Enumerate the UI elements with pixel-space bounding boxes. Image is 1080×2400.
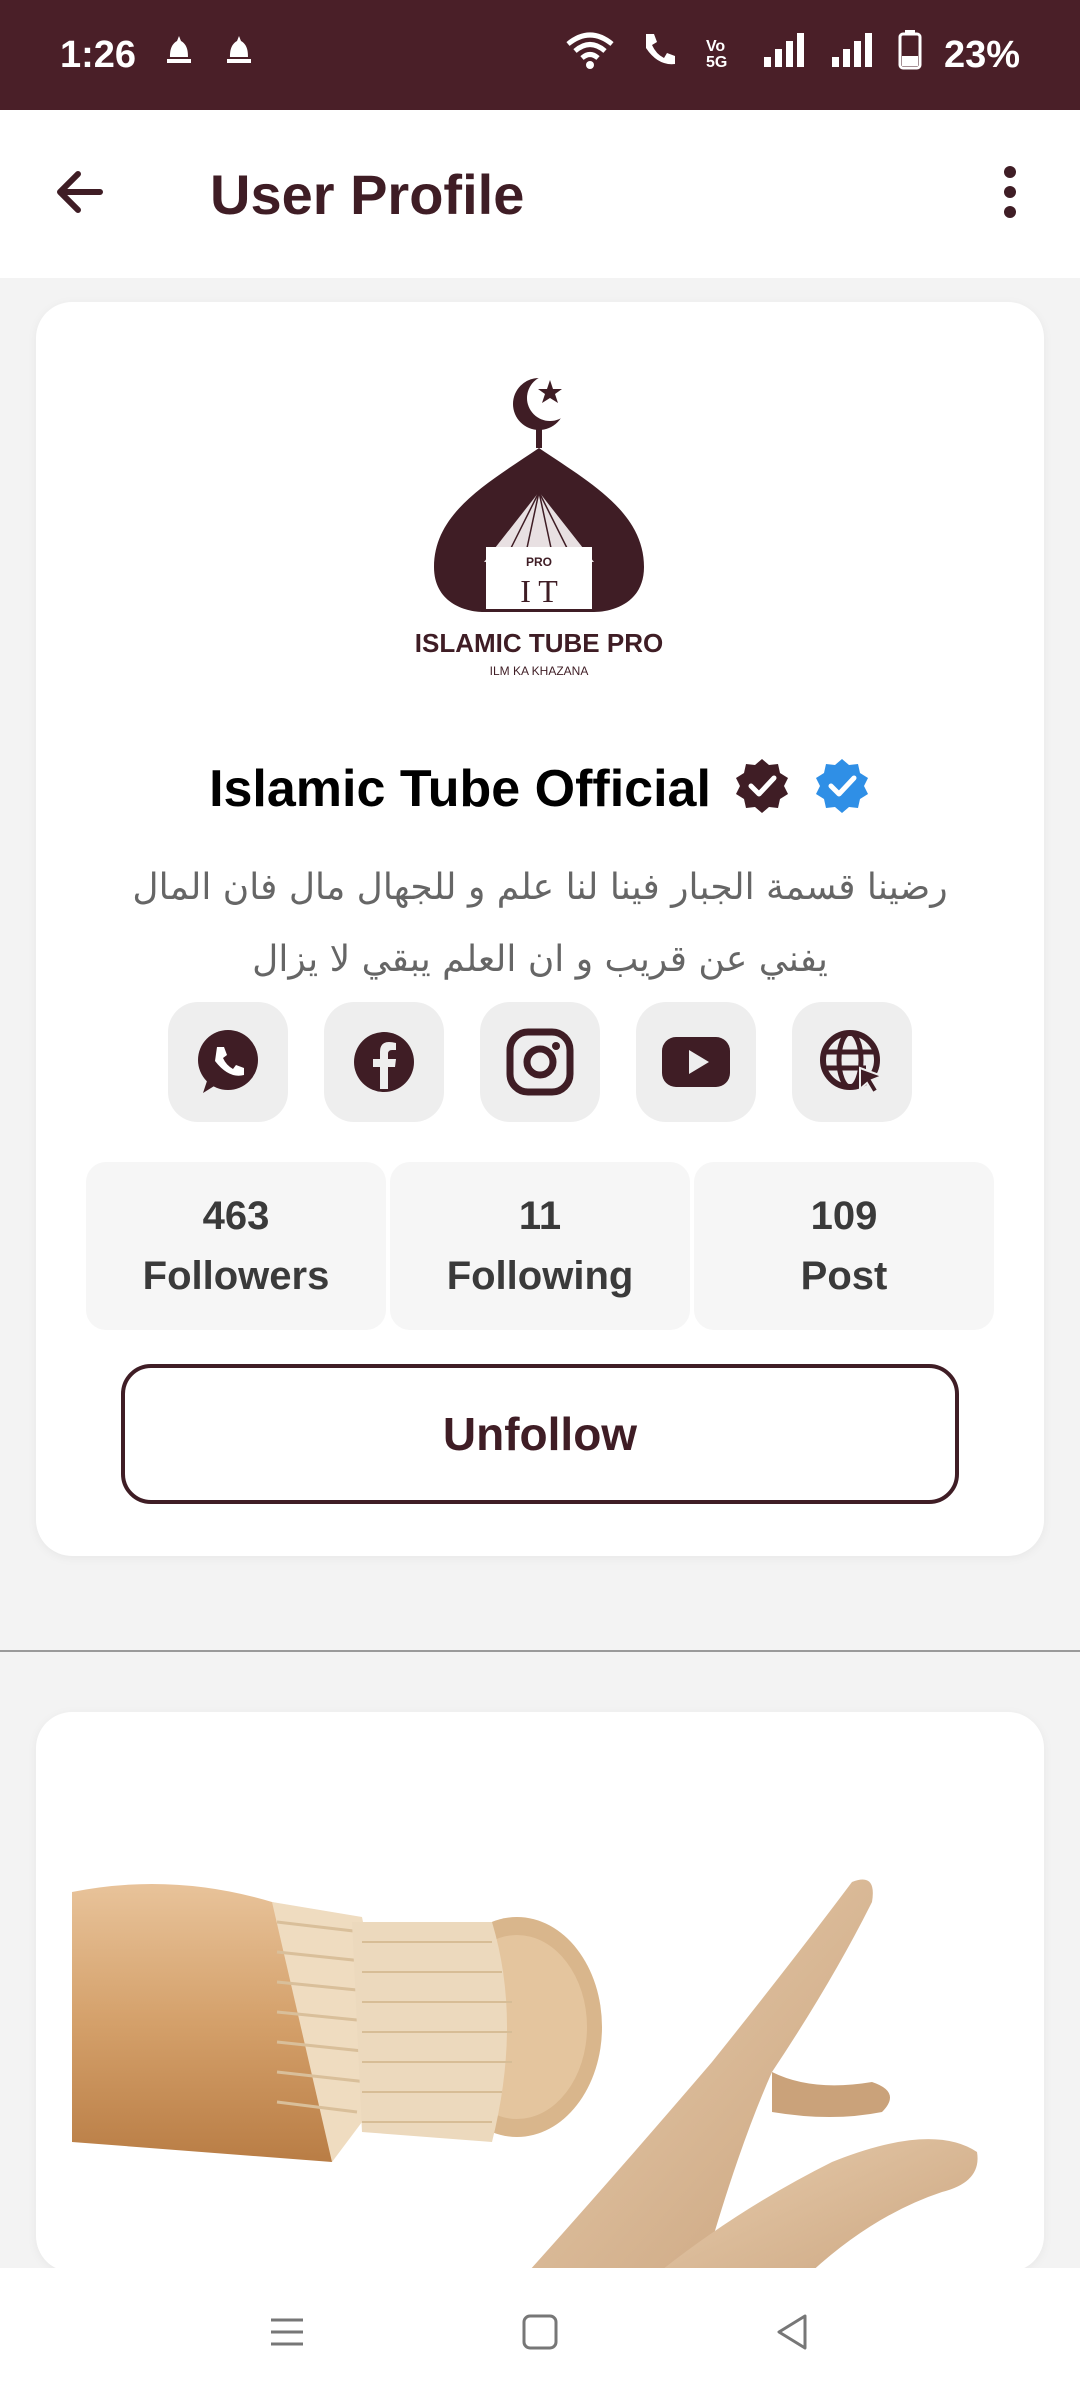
facebook-button[interactable] (324, 1002, 444, 1122)
logo-badge: PRO (526, 555, 552, 569)
app-bar: User Profile (0, 110, 1080, 278)
more-options-icon[interactable] (990, 162, 1030, 227)
profile-stats: 463 Followers 11 Following 109 Post (84, 1162, 996, 1330)
post-image[interactable] (72, 1862, 1008, 2272)
whatsapp-button[interactable] (168, 1002, 288, 1122)
mosque-notification-icon (222, 33, 256, 77)
followers-count: 463 (202, 1194, 270, 1238)
signal-icon (830, 31, 876, 79)
followers-label: Followers (142, 1254, 330, 1298)
profile-card: PRO I T ISLAMIC TUBE PRO ILM KA KHAZANA … (36, 302, 1044, 1556)
website-icon (820, 1030, 885, 1095)
followers-stat[interactable]: 463 Followers (86, 1162, 386, 1330)
instagram-button[interactable] (480, 1002, 600, 1122)
following-count: 11 (518, 1194, 562, 1238)
signal-icon (762, 31, 808, 79)
post-card[interactable] (36, 1712, 1044, 2272)
battery-icon (898, 30, 922, 80)
profile-name: Islamic Tube Official (209, 759, 711, 818)
back-arrow-icon[interactable] (50, 162, 110, 227)
following-label: Following (446, 1254, 634, 1298)
volte-indicator: Vo 5G (705, 38, 728, 71)
status-time: 1:26 (60, 33, 137, 76)
page-title: User Profile (210, 162, 525, 226)
following-stat[interactable]: 11 Following (390, 1162, 690, 1330)
mosque-notification-icon (162, 33, 196, 77)
whatsapp-icon (198, 1030, 258, 1093)
wifi-calling-icon (638, 30, 684, 80)
social-links (36, 1002, 1044, 1122)
logo-brand: ISLAMIC TUBE PRO (415, 628, 663, 658)
verified-badge-blue-icon (813, 757, 871, 820)
post-stat[interactable]: 109 Post (694, 1162, 994, 1330)
wifi-icon (564, 30, 616, 80)
battery-percent: 23% (943, 33, 1020, 76)
website-button[interactable] (792, 1002, 912, 1122)
home-icon[interactable] (520, 2312, 560, 2357)
section-divider (0, 1650, 1080, 1652)
logo-tagline: ILM KA KHAZANA (490, 664, 589, 678)
system-nav-bar (0, 2268, 1080, 2400)
post-count: 109 (810, 1194, 878, 1238)
status-bar: 1:26 Vo 5G 23% (0, 0, 1080, 110)
unfollow-button[interactable]: Unfollow (121, 1364, 959, 1504)
back-nav-icon[interactable] (773, 2312, 813, 2357)
post-label: Post (800, 1254, 888, 1298)
verified-badge-dark-icon (733, 757, 791, 820)
recent-apps-icon[interactable] (267, 2312, 307, 2357)
profile-logo: PRO I T ISLAMIC TUBE PRO ILM KA KHAZANA (394, 362, 684, 702)
profile-bio: رضينا قسمة الجبار فينا لنا علم و للجهال … (132, 867, 948, 980)
youtube-icon (662, 1037, 730, 1087)
instagram-icon (506, 1028, 574, 1096)
logo-letters: I T (520, 573, 558, 609)
name-row: Islamic Tube Official (36, 757, 1044, 820)
youtube-button[interactable] (636, 1002, 756, 1122)
facebook-icon (354, 1032, 414, 1092)
